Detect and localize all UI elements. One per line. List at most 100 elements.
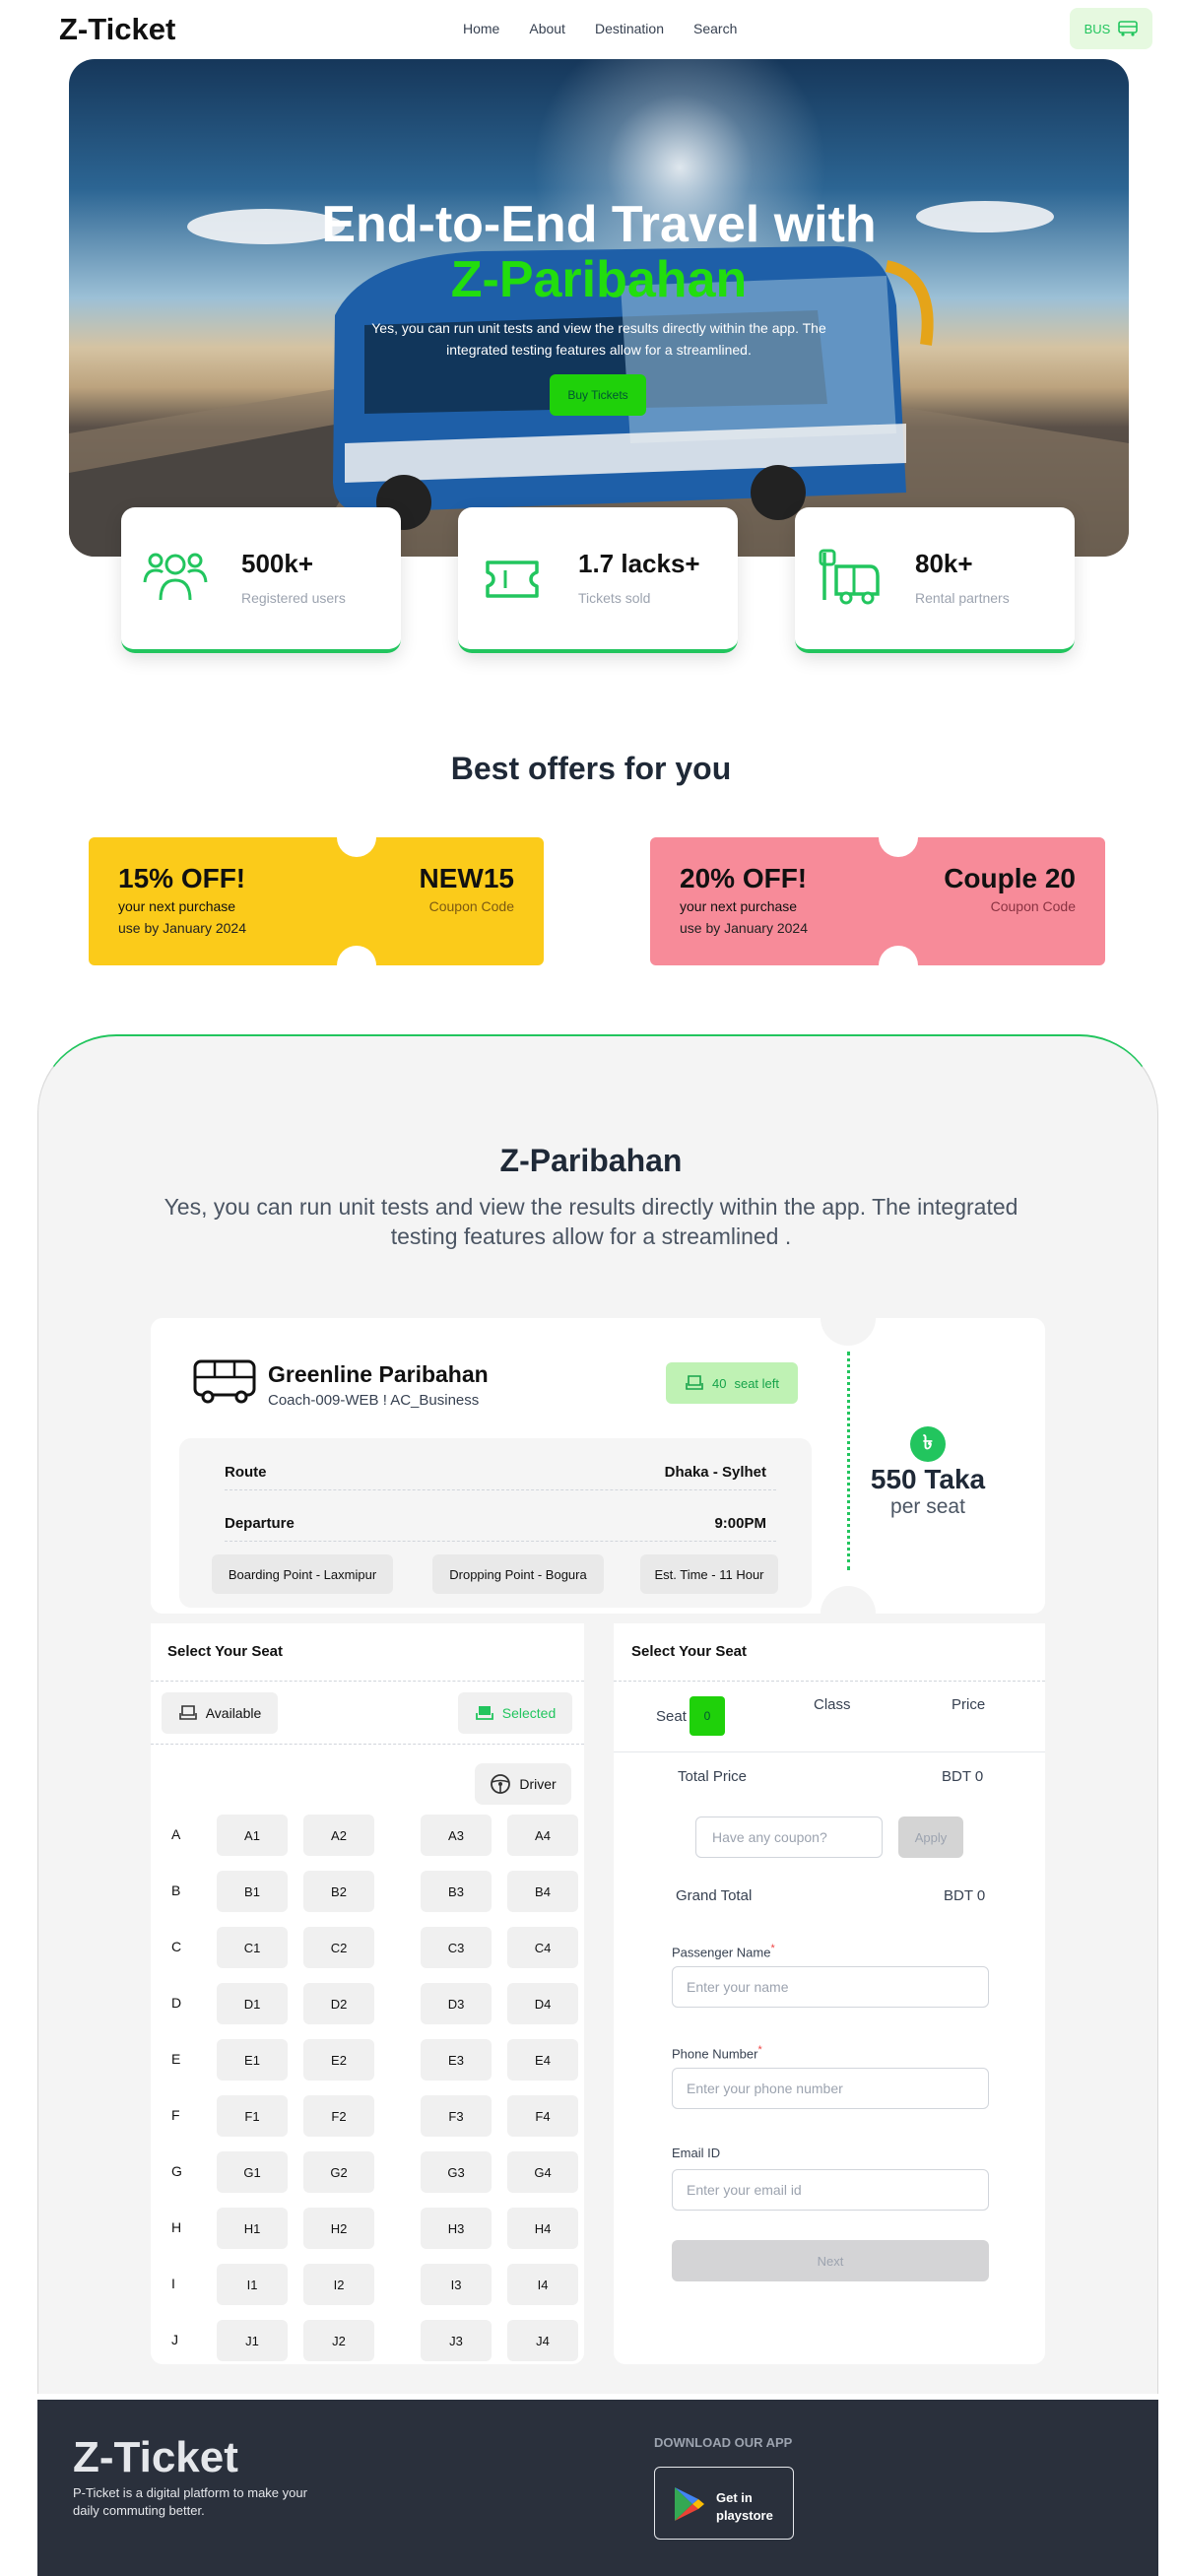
playstore-button[interactable]: Get in playstore bbox=[654, 2467, 794, 2540]
seat-button[interactable]: G4 bbox=[507, 2151, 578, 2193]
seat-button[interactable]: J3 bbox=[421, 2320, 492, 2361]
seat-button[interactable]: B3 bbox=[421, 1871, 492, 1912]
seat-button[interactable]: C1 bbox=[217, 1927, 288, 1968]
seat-button[interactable]: I3 bbox=[421, 2264, 492, 2305]
seat-button[interactable]: I1 bbox=[217, 2264, 288, 2305]
coupon-code-label: Coupon Code bbox=[990, 898, 1076, 914]
seat-row-label: D bbox=[171, 1995, 182, 2011]
users-icon bbox=[143, 553, 208, 601]
seat-button[interactable]: C4 bbox=[507, 1927, 578, 1968]
summary-title: Select Your Seat bbox=[631, 1643, 747, 1660]
seat-button[interactable]: E4 bbox=[507, 2039, 578, 2081]
ticket-notch bbox=[821, 1290, 876, 1346]
seat-button[interactable]: B4 bbox=[507, 1871, 578, 1912]
seat-button[interactable]: J4 bbox=[507, 2320, 578, 2361]
divider bbox=[614, 1751, 1045, 1752]
seat-map-title: Select Your Seat bbox=[167, 1643, 283, 1660]
email-input[interactable]: Enter your email id bbox=[672, 2169, 989, 2211]
seat-button[interactable]: J1 bbox=[217, 2320, 288, 2361]
grand-total-value: BDT 0 bbox=[944, 1887, 986, 1904]
bus-button[interactable]: BUS bbox=[1070, 8, 1152, 49]
driver-seat: Driver bbox=[475, 1763, 571, 1805]
nav-link-search[interactable]: Search bbox=[693, 21, 737, 36]
seat-button[interactable]: G1 bbox=[217, 2151, 288, 2193]
steering-wheel-icon bbox=[491, 1774, 511, 1794]
seat-button[interactable]: A3 bbox=[421, 1815, 492, 1856]
divider bbox=[225, 1541, 776, 1542]
site-logo[interactable]: Z-Ticket bbox=[59, 12, 175, 47]
buy-tickets-button[interactable]: Buy Tickets bbox=[550, 374, 646, 416]
seat-button[interactable]: D4 bbox=[507, 1983, 578, 2024]
seat-button[interactable]: G2 bbox=[303, 2151, 374, 2193]
hero-title: End-to-End Travel with bbox=[321, 196, 877, 253]
coupon-discount: 15% OFF! bbox=[118, 863, 246, 893]
seat-button[interactable]: E3 bbox=[421, 2039, 492, 2081]
next-button[interactable]: Next bbox=[672, 2240, 989, 2281]
grand-total-label: Grand Total bbox=[676, 1887, 753, 1904]
seat-button[interactable]: F3 bbox=[421, 2095, 492, 2137]
stat-value: 500k+ bbox=[241, 549, 314, 578]
col-class: Class bbox=[814, 1696, 851, 1713]
seat-button[interactable]: F1 bbox=[217, 2095, 288, 2137]
seat-row-label: A bbox=[171, 1826, 181, 1842]
phone-number-input[interactable]: Enter your phone number bbox=[672, 2068, 989, 2109]
ticket-icon bbox=[486, 561, 539, 598]
seat-button[interactable]: E1 bbox=[217, 2039, 288, 2081]
stat-value: 80k+ bbox=[915, 549, 973, 578]
coupon-line2: use by January 2024 bbox=[680, 920, 808, 936]
seat-button[interactable]: H1 bbox=[217, 2208, 288, 2249]
passenger-name-input[interactable]: Enter your name bbox=[672, 1966, 989, 2008]
coupon-line1: your next purchase bbox=[118, 898, 236, 914]
seat-button[interactable]: A1 bbox=[217, 1815, 288, 1856]
seat-button[interactable]: D2 bbox=[303, 1983, 374, 2024]
hero-banner: End-to-End Travel with Z-Paribahan Yes, … bbox=[69, 59, 1129, 557]
coupon-notch bbox=[337, 946, 376, 985]
seat-button[interactable]: F4 bbox=[507, 2095, 578, 2137]
playstore-icon bbox=[675, 2487, 704, 2521]
download-label: DOWNLOAD OUR APP bbox=[654, 2435, 793, 2450]
divider bbox=[151, 1681, 584, 1682]
coupon-line2: use by January 2024 bbox=[118, 920, 246, 936]
seat-button[interactable]: D1 bbox=[217, 1983, 288, 2024]
coupon-notch bbox=[879, 946, 918, 985]
coupon-line1: your next purchase bbox=[680, 898, 798, 914]
estimated-time: Est. Time - 11 Hour bbox=[640, 1554, 778, 1594]
seat-button[interactable]: E2 bbox=[303, 2039, 374, 2081]
seat-button[interactable]: I2 bbox=[303, 2264, 374, 2305]
seat-button[interactable]: B2 bbox=[303, 1871, 374, 1912]
seat-button[interactable]: H3 bbox=[421, 2208, 492, 2249]
booking-title: Z-Paribahan bbox=[499, 1143, 683, 1178]
seat-button[interactable]: C3 bbox=[421, 1927, 492, 1968]
main-menu: Home About Destination Search bbox=[463, 21, 737, 36]
nav-link-destination[interactable]: Destination bbox=[595, 21, 664, 36]
coupon-input[interactable]: Have any coupon? bbox=[695, 1816, 883, 1858]
nav-link-about[interactable]: About bbox=[529, 21, 565, 36]
stat-value: 1.7 lacks+ bbox=[578, 549, 700, 578]
apply-coupon-button[interactable]: Apply bbox=[898, 1816, 963, 1858]
coupon-card[interactable]: 15% OFF! your next purchase use by Janua… bbox=[89, 818, 544, 985]
total-price-label: Total Price bbox=[678, 1768, 748, 1785]
playstore-text: Get in playstore bbox=[716, 2490, 773, 2523]
seat-button[interactable]: G3 bbox=[421, 2151, 492, 2193]
booking-subtitle: Yes, you can run unit tests and view the… bbox=[164, 1194, 1018, 1249]
col-price: Price bbox=[952, 1696, 986, 1713]
seat-button[interactable]: D3 bbox=[421, 1983, 492, 2024]
seat-button[interactable]: A4 bbox=[507, 1815, 578, 1856]
seat-button[interactable]: A2 bbox=[303, 1815, 374, 1856]
phone-label: Phone Number* bbox=[672, 2044, 762, 2062]
seat-button[interactable]: C2 bbox=[303, 1927, 374, 1968]
coupon-card[interactable]: 20% OFF! your next purchase use by Janua… bbox=[650, 818, 1105, 985]
stat-label: Tickets sold bbox=[578, 590, 651, 606]
seat-button[interactable]: I4 bbox=[507, 2264, 578, 2305]
seat-button[interactable]: F2 bbox=[303, 2095, 374, 2137]
seat-button[interactable]: B1 bbox=[217, 1871, 288, 1912]
offers-heading: Best offers for you bbox=[450, 751, 732, 786]
nav-link-home[interactable]: Home bbox=[463, 21, 499, 36]
legend-available: Available bbox=[162, 1692, 278, 1734]
seat-button[interactable]: H2 bbox=[303, 2208, 374, 2249]
seat-button[interactable]: H4 bbox=[507, 2208, 578, 2249]
coach-info: Coach-009-WEB ! AC_Business bbox=[268, 1392, 480, 1409]
seat-button[interactable]: J2 bbox=[303, 2320, 374, 2361]
route-value: Dhaka - Sylhet bbox=[664, 1464, 766, 1481]
bus-icon bbox=[193, 1359, 256, 1404]
